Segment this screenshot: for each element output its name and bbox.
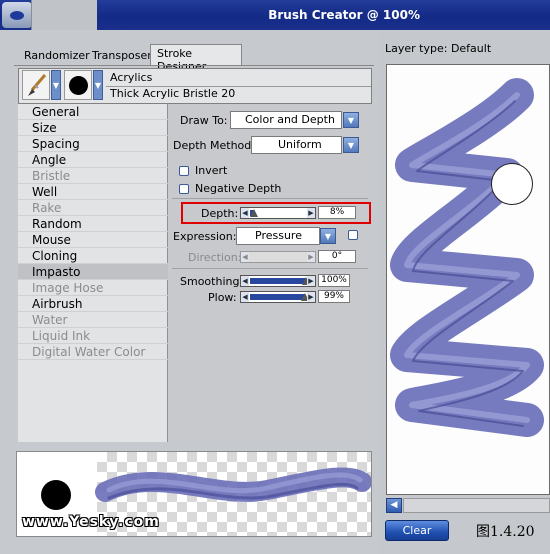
list-item-mouse[interactable]: Mouse — [18, 232, 168, 248]
smoothing-slider[interactable]: ◀ ▶ — [240, 275, 316, 287]
depth-highlight-box — [181, 202, 371, 224]
options-separator — [172, 198, 368, 199]
list-item-liquid-ink: Liquid Ink — [18, 328, 168, 344]
tab-randomizer[interactable]: Randomizer — [18, 47, 96, 65]
plow-slider-fill — [250, 294, 305, 300]
window-title: Brush Creator @ 100% — [268, 8, 420, 22]
brush-cursor-circle — [491, 163, 533, 205]
app-logo-icon — [2, 2, 32, 28]
dab-dropdown-icon[interactable]: ▼ — [93, 70, 103, 100]
layer-type: Layer type: Default — [385, 42, 492, 55]
list-item-image-hose: Image Hose — [18, 280, 168, 296]
options-separator — [172, 268, 368, 269]
clear-button[interactable]: Clear — [385, 520, 449, 541]
expression-select[interactable]: Pressure — [236, 227, 320, 245]
figure-label: 图1.4.20 — [476, 524, 535, 540]
title-bar-control[interactable] — [31, 0, 97, 30]
list-item-bristle: Bristle — [18, 168, 168, 184]
direction-slider: ◀ ▶ — [240, 251, 316, 263]
depth-method-select[interactable]: Uniform — [251, 136, 342, 154]
smoothing-label: Smoothing: — [180, 275, 244, 288]
invert-checkbox[interactable] — [179, 166, 189, 176]
watermark: www.Yesky.com — [22, 514, 160, 530]
slider-left-icon: ◀ — [241, 252, 249, 262]
brush-icon[interactable] — [22, 70, 50, 100]
slider-right-icon[interactable]: ▶ — [307, 276, 315, 286]
brush-category[interactable]: Acrylics — [110, 71, 368, 86]
depth-method-dropdown-icon[interactable]: ▼ — [343, 137, 359, 153]
horizontal-scrollbar[interactable] — [403, 498, 550, 513]
list-item-impasto[interactable]: Impasto — [18, 264, 168, 280]
expression-invert-checkbox[interactable] — [348, 230, 358, 240]
expression-label: Expression: — [173, 230, 237, 243]
list-item-spacing[interactable]: Spacing — [18, 136, 168, 152]
category-dropdown-icon[interactable]: ▼ — [51, 70, 61, 100]
brush-variant[interactable]: Thick Acrylic Bristle 20 — [110, 87, 368, 102]
list-item-rake: Rake — [18, 200, 168, 216]
list-item-size[interactable]: Size — [18, 120, 168, 136]
negative-depth-label: Negative Depth — [195, 182, 282, 195]
slider-left-icon[interactable]: ◀ — [241, 276, 249, 286]
slider-left-icon[interactable]: ◀ — [241, 292, 249, 302]
negative-depth-checkbox[interactable] — [179, 184, 189, 194]
tab-stroke-designer[interactable]: Stroke Designer — [150, 44, 242, 73]
draw-to-select[interactable]: Color and Depth — [230, 111, 342, 129]
tabs-divider — [14, 65, 374, 66]
list-item-well[interactable]: Well — [18, 184, 168, 200]
list-item-random[interactable]: Random — [18, 216, 168, 232]
draw-to-dropdown-icon[interactable]: ▼ — [343, 112, 359, 128]
impasto-options — [169, 104, 372, 442]
plow-value[interactable]: 99% — [318, 290, 350, 303]
draw-to-label: Draw To: — [180, 114, 228, 127]
list-item-cloning[interactable]: Cloning — [18, 248, 168, 264]
plow-slider[interactable]: ◀ ▶ — [240, 291, 316, 303]
list-item-angle[interactable]: Angle — [18, 152, 168, 168]
expression-dropdown-icon[interactable]: ▼ — [320, 228, 336, 244]
list-item-digital-water-color: Digital Water Color — [18, 344, 168, 360]
dab-circle-icon[interactable] — [64, 70, 92, 100]
scratch-canvas[interactable] — [386, 64, 550, 495]
depth-method-label: Depth Method: — [173, 139, 255, 152]
plow-label: Plow: — [208, 291, 237, 304]
list-item-airbrush[interactable]: Airbrush — [18, 296, 168, 312]
list-item-general[interactable]: General — [18, 104, 168, 120]
direction-label: Direction: — [188, 251, 242, 264]
direction-value[interactable]: 0° — [318, 250, 356, 263]
smoothing-slider-fill — [250, 278, 306, 284]
slider-right-icon[interactable]: ▶ — [307, 292, 315, 302]
slider-right-icon: ▶ — [307, 252, 315, 262]
smoothing-value[interactable]: 100% — [318, 274, 350, 287]
scroll-left-icon[interactable]: ◀ — [386, 498, 402, 513]
invert-label: Invert — [195, 164, 228, 177]
list-item-water: Water — [18, 312, 168, 328]
category-list: General Size Spacing Angle Bristle Well … — [18, 104, 168, 442]
tab-transposer[interactable]: Transposer — [86, 47, 158, 65]
canvas-stroke — [390, 78, 544, 437]
